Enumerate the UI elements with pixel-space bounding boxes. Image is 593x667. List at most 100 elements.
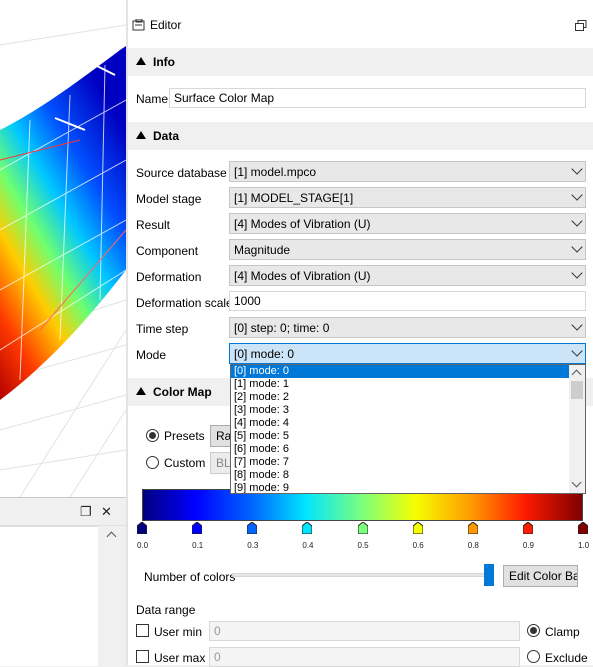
color-bar-tick-label: 0.6 [412, 541, 424, 550]
presets-label: Presets [164, 429, 205, 443]
mode-option[interactable]: [7] mode: 7 [231, 456, 585, 469]
mode-option[interactable]: [8] mode: 8 [231, 469, 585, 482]
mode-option[interactable]: [5] mode: 5 [231, 430, 585, 443]
deformation-combo[interactable]: [4] Modes of Vibration (U) [229, 265, 586, 286]
mode-option[interactable]: [9] mode: 9 [231, 482, 585, 493]
name-label: Name [136, 92, 169, 106]
mode-option[interactable]: [4] mode: 4 [231, 417, 585, 430]
info-section-header[interactable]: Info [128, 48, 593, 76]
scroll-up-icon[interactable] [571, 369, 582, 380]
editor-title: Editor [150, 18, 182, 32]
color-stop-marker[interactable] [302, 522, 313, 534]
scroll-up-icon[interactable] [106, 531, 117, 542]
bottom-panel-scrollbar[interactable] [104, 526, 120, 666]
color-bar-tick-label: 0.5 [357, 541, 369, 550]
model-stage-value: [1] MODEL_STAGE[1] [234, 191, 354, 205]
color-bar-tick-label: 0.0 [137, 541, 149, 550]
mode-option[interactable]: [1] mode: 1 [231, 378, 585, 391]
scroll-thumb[interactable] [571, 381, 583, 399]
bottom-dock-panel: ❐ ✕ [0, 497, 126, 666]
presets-combo[interactable]: Rai [210, 425, 232, 447]
chevron-down-icon [571, 319, 583, 331]
presets-radio[interactable] [146, 429, 159, 442]
source-database-label: Source database [136, 166, 227, 180]
mode-option[interactable]: [2] mode: 2 [231, 391, 585, 404]
clamp-radio[interactable] [527, 624, 540, 637]
model-stage-combo[interactable]: [1] MODEL_STAGE[1] [229, 187, 586, 208]
deformation-scale-field[interactable]: 1000 [229, 291, 586, 311]
color-stop-marker[interactable] [578, 522, 588, 534]
number-of-colors-slider[interactable] [232, 573, 494, 577]
info-section-label: Info [153, 55, 175, 69]
time-step-value: [0] step: 0; time: 0 [234, 321, 330, 335]
mode-label: Mode [136, 348, 167, 362]
user-min-checkbox[interactable] [136, 624, 149, 637]
user-max-checkbox[interactable] [136, 650, 149, 663]
time-step-combo[interactable]: [0] step: 0; time: 0 [229, 317, 586, 338]
deformation-value: [4] Modes of Vibration (U) [234, 269, 371, 283]
user-min-field: 0 [209, 621, 520, 641]
color-stop-marker[interactable] [192, 522, 203, 534]
deformation-scale-label: Deformation scale [136, 296, 233, 310]
collapse-arrow-icon[interactable] [136, 387, 146, 395]
mode-dropdown-list[interactable]: [0] mode: 0 [1] mode: 1 [2] mode: 2 [3] mod… [230, 364, 586, 494]
color-stop-marker[interactable] [412, 522, 423, 534]
chevron-down-icon [571, 241, 583, 253]
color-bar-tick-label: 0.4 [302, 541, 314, 550]
color-stop-marker[interactable] [137, 522, 147, 534]
color-stop-marker[interactable] [247, 522, 258, 534]
custom-label: Custom [164, 456, 206, 470]
exclude-radio[interactable] [527, 650, 540, 663]
chevron-down-icon [571, 189, 583, 201]
edit-color-bar-button[interactable]: Edit Color Bar [503, 565, 578, 587]
chevron-down-icon [571, 215, 583, 227]
number-of-colors-label: Number of colors [144, 570, 236, 584]
surface-plot [0, 24, 126, 497]
collapse-arrow-icon[interactable] [136, 131, 146, 139]
mode-option[interactable]: [0] mode: 0 [231, 365, 585, 378]
model-stage-label: Model stage [136, 192, 202, 206]
time-step-label: Time step [136, 322, 189, 336]
chevron-down-icon [571, 345, 583, 357]
user-min-label: User min [154, 625, 203, 639]
close-icon[interactable]: ✕ [101, 504, 112, 520]
color-bar-tick-label: 0.9 [522, 541, 534, 550]
component-label: Component [136, 244, 199, 258]
data-section-label: Data [153, 129, 180, 143]
result-value: [4] Modes of Vibration (U) [234, 217, 371, 231]
clamp-label: Clamp [545, 625, 580, 639]
mode-option[interactable]: [3] mode: 3 [231, 404, 585, 417]
mode-value: [0] mode: 0 [234, 347, 295, 361]
component-value: Magnitude [234, 243, 291, 257]
data-range-label: Data range [136, 603, 196, 617]
custom-combo: BLA [210, 452, 232, 474]
mode-combo[interactable]: [0] mode: 0 [229, 343, 586, 364]
user-max-field: 0 [209, 647, 520, 667]
component-combo[interactable]: Magnitude [229, 239, 586, 260]
source-database-value: [1] model.mpco [234, 165, 317, 179]
custom-radio[interactable] [146, 456, 159, 469]
float-icon[interactable]: ❐ [80, 504, 92, 520]
chevron-down-icon [571, 163, 583, 175]
deformation-label: Deformation [136, 270, 202, 284]
color-stop-marker[interactable] [467, 522, 478, 534]
color-map-section-label: Color Map [153, 385, 212, 399]
collapse-arrow-icon[interactable] [136, 57, 146, 65]
mode-option[interactable]: [6] mode: 6 [231, 443, 585, 456]
dropdown-scrollbar[interactable] [569, 365, 585, 493]
editor-icon [132, 19, 145, 31]
scroll-down-icon[interactable] [571, 477, 582, 488]
color-bar-tick-label: 0.3 [247, 541, 259, 550]
name-field[interactable]: Surface Color Map [169, 88, 586, 108]
data-section-header[interactable]: Data [128, 122, 593, 150]
3d-viewport[interactable] [0, 0, 126, 497]
editor-title-bar: Editor [128, 0, 593, 42]
result-combo[interactable]: [4] Modes of Vibration (U) [229, 213, 586, 234]
float-icon[interactable] [575, 20, 587, 32]
bottom-panel-content [0, 526, 98, 666]
user-max-label: User max [154, 651, 206, 665]
color-stop-marker[interactable] [522, 522, 533, 534]
color-stop-marker[interactable] [357, 522, 368, 534]
slider-thumb[interactable] [484, 564, 494, 586]
source-database-combo[interactable]: [1] model.mpco [229, 161, 586, 182]
